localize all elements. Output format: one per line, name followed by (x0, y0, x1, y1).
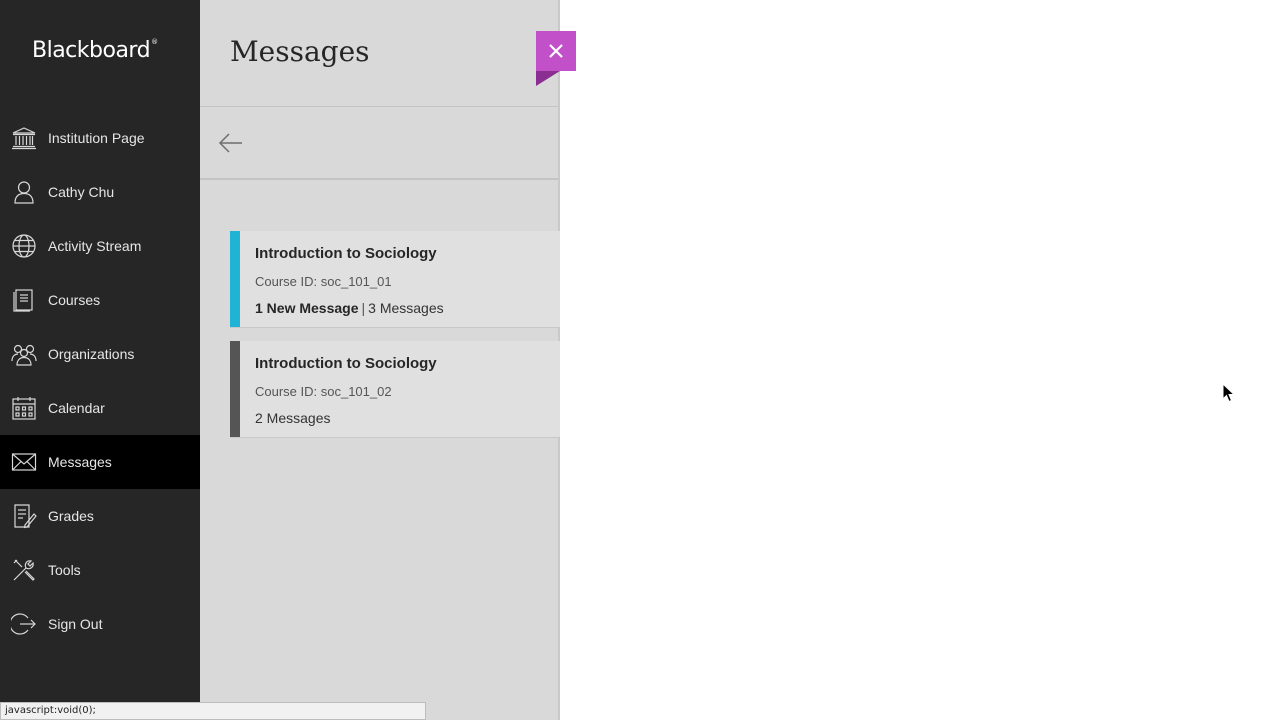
blackboard-logo[interactable]: Blackboard® (32, 38, 158, 63)
arrow-left-icon (218, 133, 242, 153)
sidebar-item-sign-out[interactable]: Sign Out (0, 597, 200, 651)
total-message-count: 2 Messages (255, 410, 331, 426)
total-message-count: 3 Messages (368, 300, 444, 316)
sidebar-item-organizations[interactable]: Organizations (0, 327, 200, 381)
sidebar-nav: Institution Page Cathy Chu Activity Stre… (0, 111, 200, 651)
sidebar-item-label: Messages (48, 454, 112, 470)
book-icon (11, 287, 37, 313)
sidebar-item-label: Organizations (48, 346, 135, 362)
sidebar-item-label: Courses (48, 292, 101, 308)
sidebar-item-grades[interactable]: Grades (0, 489, 200, 543)
sidebar-item-calendar[interactable]: Calendar (0, 381, 200, 435)
sidebar: Blackboard® Institution Page Cathy Chu A… (0, 0, 200, 720)
envelope-icon (11, 449, 37, 475)
sidebar-item-label: Tools (48, 562, 81, 578)
new-message-count: 1 New Message (255, 300, 359, 316)
sidebar-item-institution-page[interactable]: Institution Page (0, 111, 200, 165)
count-separator: | (361, 300, 366, 316)
course-id: Course ID: soc_101_01 (255, 274, 392, 289)
sidebar-item-label: Calendar (48, 400, 105, 416)
page-title: Messages (230, 35, 370, 68)
back-button[interactable] (216, 129, 246, 157)
sidebar-item-messages[interactable]: Messages (0, 435, 200, 489)
sidebar-item-activity-stream[interactable]: Activity Stream (0, 219, 200, 273)
browser-status-bar: javascript:void(0); (0, 702, 426, 720)
close-icon (549, 44, 563, 58)
close-panel-button[interactable] (536, 31, 576, 71)
sidebar-item-label: Institution Page (48, 130, 145, 146)
read-indicator (230, 341, 240, 437)
course-title: Introduction to Sociology (255, 355, 437, 372)
unread-indicator (230, 231, 240, 327)
course-id: Course ID: soc_101_02 (255, 384, 392, 399)
panel-toolbar (200, 107, 558, 180)
message-count: 2 Messages (255, 410, 330, 426)
course-message-card[interactable]: Introduction to Sociology Course ID: soc… (230, 231, 560, 328)
messages-panel: Messages Introduction to Sociology Cours… (200, 0, 560, 720)
group-icon (11, 341, 37, 367)
calendar-icon (11, 395, 37, 421)
tools-icon (11, 557, 37, 583)
panel-header: Messages (200, 0, 558, 107)
sidebar-item-label: Grades (48, 508, 94, 524)
sidebar-item-tools[interactable]: Tools (0, 543, 200, 597)
sidebar-item-courses[interactable]: Courses (0, 273, 200, 327)
message-count: 1 New Message | 3 Messages (255, 300, 444, 316)
sidebar-item-label: Cathy Chu (48, 184, 115, 200)
grades-icon (11, 503, 37, 529)
close-button-fold (536, 71, 560, 86)
course-title: Introduction to Sociology (255, 245, 437, 262)
sign-out-icon (11, 611, 37, 637)
sidebar-item-profile[interactable]: Cathy Chu (0, 165, 200, 219)
course-message-card[interactable]: Introduction to Sociology Course ID: soc… (230, 341, 560, 438)
globe-icon (11, 233, 37, 259)
mouse-cursor-icon (1222, 383, 1236, 403)
institution-icon (11, 125, 37, 151)
sidebar-item-label: Activity Stream (48, 238, 142, 254)
sidebar-item-label: Sign Out (48, 616, 103, 632)
user-icon (11, 179, 37, 205)
